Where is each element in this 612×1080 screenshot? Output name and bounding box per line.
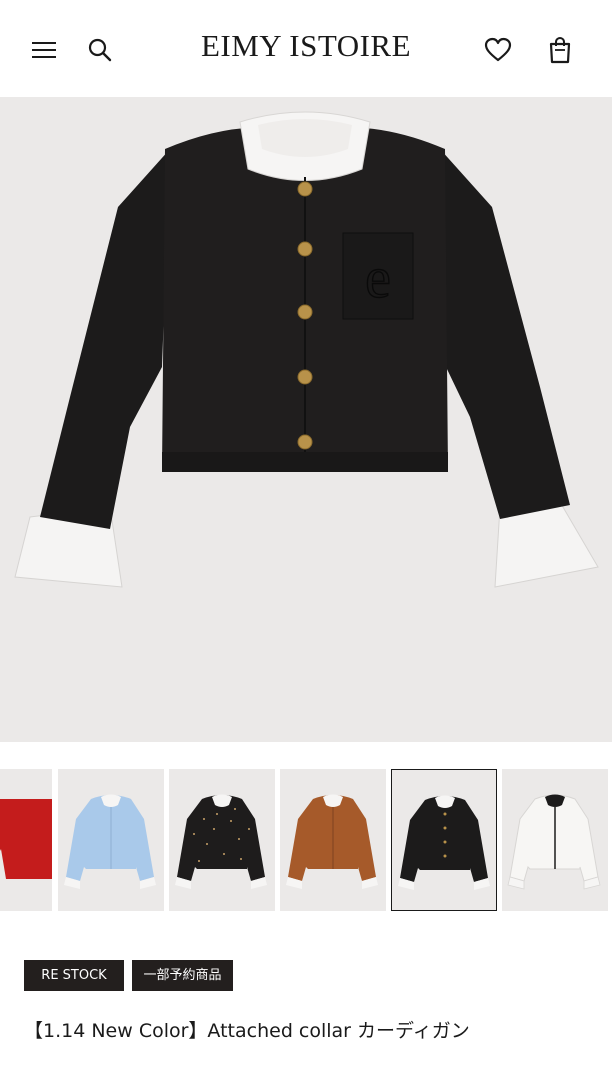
thumbnail-red[interactable]: [0, 769, 52, 911]
thumbnail-white[interactable]: [502, 769, 608, 911]
heart-icon[interactable]: [480, 32, 516, 68]
brand-logo[interactable]: EIMY ISTOIRE: [0, 28, 612, 64]
thumbnail-black-dots[interactable]: [169, 769, 275, 911]
thumbnail-brown[interactable]: [280, 769, 386, 911]
thumbnail-black-selected[interactable]: [391, 769, 497, 911]
restock-badge: RE STOCK: [24, 960, 124, 991]
product-main-image[interactable]: e: [0, 97, 612, 742]
cardigan-image: e: [14, 111, 599, 588]
color-thumbnail-strip[interactable]: [0, 767, 612, 913]
preorder-badge: 一部予約商品: [132, 960, 233, 991]
site-header: EIMY ISTOIRE: [0, 0, 612, 97]
product-title: 【1.14 New Color】Attached collar カーディガン: [24, 1020, 470, 1042]
svg-text:e: e: [365, 245, 391, 310]
thumbnail-light-blue[interactable]: [58, 769, 164, 911]
shopping-bag-icon[interactable]: [542, 32, 578, 68]
